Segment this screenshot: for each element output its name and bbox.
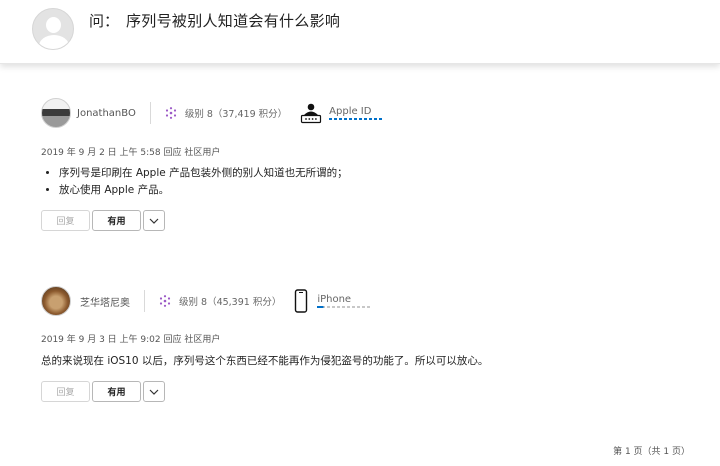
answer-actions: 回复 有用 bbox=[41, 381, 167, 402]
user-avatar[interactable] bbox=[41, 98, 71, 128]
answer-body: 总的来说现在 iOS10 以后，序列号这个东西已经不能再作为侵犯盗号的功能了。所… bbox=[41, 355, 489, 367]
iphone-icon bbox=[295, 289, 308, 313]
answer-body: 序列号是印刷在 Apple 产品包装外侧的别人知道也无所谓的； 放心使用 App… bbox=[41, 165, 348, 199]
badge-progress-bar bbox=[329, 118, 384, 120]
badge-label: iPhone bbox=[317, 294, 372, 308]
answer-author-row: JonathanBO 级别 8（37,419 积分） Apple ID bbox=[41, 98, 384, 128]
user-badge: Apple ID bbox=[300, 102, 384, 124]
user-level: 级别 8（45,391 积分） bbox=[179, 297, 282, 308]
badge-progress-bar bbox=[317, 306, 372, 308]
person-id-icon bbox=[301, 103, 322, 124]
user-avatar[interactable] bbox=[41, 286, 71, 316]
more-options-button[interactable] bbox=[143, 210, 165, 231]
useful-button[interactable]: 有用 bbox=[92, 210, 141, 231]
question-header: 问： 序列号被别人知道会有什么影响 bbox=[0, 0, 720, 64]
answer-bullet: 序列号是印刷在 Apple 产品包装外侧的别人知道也无所谓的； bbox=[59, 165, 348, 182]
question-title: 序列号被别人知道会有什么影响 bbox=[126, 12, 341, 30]
divider bbox=[144, 290, 145, 312]
question-prefix: 问： bbox=[89, 12, 120, 30]
reply-button[interactable]: 回复 bbox=[41, 210, 90, 231]
chevron-down-icon bbox=[149, 389, 159, 395]
reply-button[interactable]: 回复 bbox=[41, 381, 90, 402]
badge-text: Apple ID bbox=[329, 106, 372, 117]
user-name[interactable]: 芝华塔尼奥 bbox=[80, 294, 130, 309]
user-level: 级别 8（37,419 积分） bbox=[184, 109, 288, 120]
answer-date: 2019 年 9 月 2 日 上午 5:58 回应 社区用户 bbox=[41, 148, 221, 158]
pagination: 第 1 页（共 1 页） bbox=[613, 447, 690, 457]
user-name[interactable]: JonathanBO bbox=[77, 108, 136, 119]
answer-author-row: 芝华塔尼奥 级别 8（45,391 积分） iPhone bbox=[41, 286, 372, 316]
level-icon bbox=[159, 295, 171, 307]
user-badge: iPhone bbox=[294, 289, 372, 313]
more-options-button[interactable] bbox=[143, 381, 165, 402]
answer-bullet: 放心使用 Apple 产品。 bbox=[59, 182, 348, 199]
badge-label: Apple ID bbox=[329, 106, 384, 120]
badge-text: iPhone bbox=[317, 294, 352, 305]
level-icon bbox=[165, 107, 176, 119]
answer-date: 2019 年 9 月 3 日 上午 9:02 回应 社区用户 bbox=[41, 335, 221, 345]
useful-button[interactable]: 有用 bbox=[92, 381, 141, 402]
divider bbox=[149, 102, 151, 124]
asker-avatar bbox=[32, 8, 74, 50]
chevron-down-icon bbox=[149, 218, 159, 224]
answer-actions: 回复 有用 bbox=[41, 210, 167, 231]
